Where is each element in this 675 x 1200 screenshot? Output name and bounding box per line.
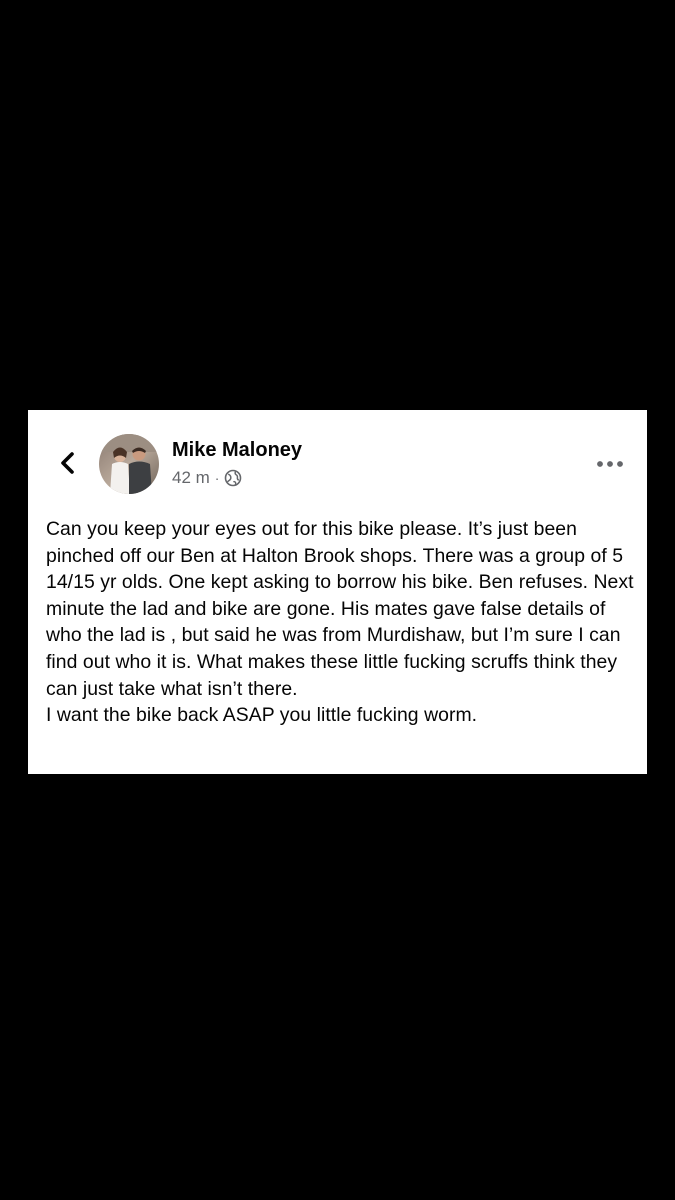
back-button[interactable] bbox=[53, 438, 83, 488]
post-timestamp[interactable]: 42 m bbox=[172, 468, 210, 488]
globe-icon[interactable] bbox=[224, 469, 242, 487]
post-card: Mike Maloney 42 m · Can you keep your ey… bbox=[28, 410, 647, 774]
post-paragraph: Can you keep your eyes out for this bike… bbox=[46, 518, 634, 700]
chevron-left-icon bbox=[61, 452, 74, 474]
meta-separator: · bbox=[214, 470, 220, 486]
author-name[interactable]: Mike Maloney bbox=[172, 439, 302, 462]
post-paragraph: I want the bike back ASAP you little fuc… bbox=[46, 704, 478, 727]
profile-photo bbox=[99, 434, 159, 494]
post-body: Can you keep your eyes out for this bike… bbox=[46, 516, 636, 729]
avatar[interactable] bbox=[99, 434, 159, 494]
post-meta: 42 m · bbox=[172, 468, 242, 488]
more-horizontal-icon bbox=[597, 461, 623, 467]
more-options-button[interactable] bbox=[595, 452, 625, 476]
